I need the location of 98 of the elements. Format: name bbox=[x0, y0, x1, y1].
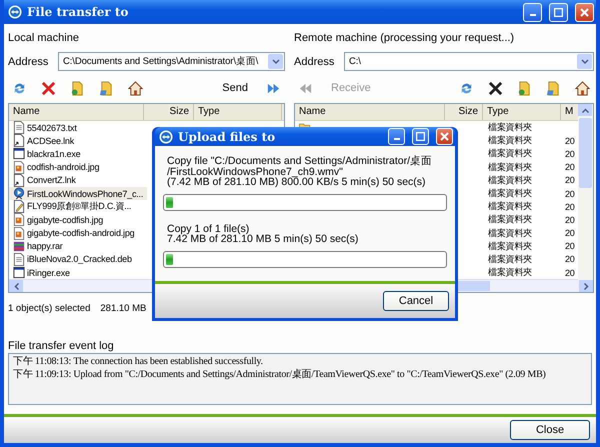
minimize-icon bbox=[530, 14, 536, 16]
shortcut-file-icon bbox=[13, 174, 25, 187]
log-entry: 下午 11:08:13: The connection has been established successfully. bbox=[13, 355, 263, 368]
type-cell-text: 檔案資料夾 bbox=[487, 174, 534, 187]
media-file-icon bbox=[13, 187, 25, 200]
file-item[interactable]: blackra1n.exe bbox=[9, 147, 84, 161]
minimize-button[interactable] bbox=[523, 2, 542, 22]
app-logo-icon bbox=[159, 130, 173, 144]
file-item[interactable]: gigabyte-codfish-android.jpg bbox=[9, 226, 138, 240]
dialog-title: Upload files to bbox=[178, 130, 276, 144]
log-label: File transfer event log bbox=[8, 340, 115, 352]
archive-file-icon bbox=[13, 240, 25, 253]
address-label: Address bbox=[294, 56, 336, 68]
column-header[interactable]: Type bbox=[194, 104, 282, 120]
table-cell-text: 20 bbox=[564, 214, 575, 225]
column-header[interactable]: Name bbox=[295, 104, 445, 120]
table-cell-text: 20 bbox=[564, 202, 575, 212]
file-progress-text: Copy file "C:/Documents and Settings/Administrator/桌面 /FirstLookWindowsPhone7_ch9.wmv" (7.42 MB of 281.10 MB) 800.00 KB/s 5 min(s) 50 sec(s) bbox=[166, 154, 433, 188]
address-dropdown[interactable]: C:\ bbox=[344, 52, 594, 71]
file-item[interactable]: iBlueNova2.0_Cracked.deb bbox=[9, 252, 136, 266]
file-item[interactable]: happy.rar bbox=[9, 240, 67, 253]
new-folder-icon[interactable] bbox=[517, 80, 532, 96]
window-title: File transfer to bbox=[27, 5, 130, 19]
table-cell-text: 20 bbox=[564, 136, 575, 146]
maximize-button[interactable] bbox=[412, 128, 429, 145]
table-cell-text: 20 bbox=[564, 188, 575, 199]
column-header[interactable]: Type bbox=[483, 104, 561, 120]
program-window-icon bbox=[13, 266, 25, 279]
table-cell-text: 20 bbox=[564, 241, 575, 252]
document-pencil-icon bbox=[13, 200, 25, 214]
file-item[interactable]: codfish-android.jpg bbox=[9, 160, 104, 174]
file-item[interactable]: FLY999原創®單掛D.C.資... bbox=[9, 200, 136, 214]
program-window-icon bbox=[13, 147, 25, 160]
delete-icon[interactable] bbox=[488, 80, 503, 96]
maximize-icon bbox=[416, 132, 425, 141]
image-file-icon bbox=[13, 213, 25, 226]
selection-size: 281.10 MB bbox=[100, 303, 146, 316]
type-cell-text: 檔案資料夾 bbox=[487, 266, 534, 279]
column-header[interactable]: Name bbox=[9, 104, 144, 120]
type-cell-text: 檔案資料夾 bbox=[487, 187, 534, 200]
file-item[interactable]: ConvertZ.lnk bbox=[9, 174, 80, 187]
home-icon[interactable] bbox=[575, 80, 590, 96]
cancel-button[interactable]: Cancel bbox=[383, 291, 449, 311]
scroll-left-button[interactable] bbox=[9, 280, 23, 292]
file-item[interactable]: 55402673.txt bbox=[9, 121, 81, 134]
minimize-icon bbox=[394, 138, 400, 140]
image-file-icon bbox=[13, 160, 25, 174]
type-cell-text: 檔案資料夾 bbox=[487, 240, 534, 253]
refresh-icon[interactable] bbox=[12, 80, 27, 96]
image-file-icon bbox=[13, 226, 25, 240]
maximize-icon bbox=[554, 8, 563, 16]
panel-label: Local machine bbox=[8, 31, 80, 46]
folder-up-icon[interactable] bbox=[546, 80, 561, 96]
address-label: Address bbox=[8, 56, 50, 68]
text-file-icon bbox=[13, 252, 25, 266]
table-cell-text: 20 bbox=[564, 228, 575, 238]
type-cell-text: 檔案資料夾 bbox=[487, 121, 534, 134]
close-icon bbox=[580, 8, 589, 16]
selection-status: 1 object(s) selected bbox=[8, 303, 90, 316]
refresh-icon[interactable] bbox=[459, 80, 474, 96]
type-cell-text: 檔案資料夾 bbox=[487, 226, 534, 240]
type-cell-text: 檔案資料夾 bbox=[487, 252, 534, 266]
table-cell-text: 20 bbox=[564, 254, 575, 264]
close-button[interactable] bbox=[436, 128, 453, 145]
type-cell-text: 檔案資料夾 bbox=[487, 134, 534, 148]
column-header[interactable]: Size bbox=[144, 104, 194, 120]
file-item[interactable]: gigabyte-codfish.jpg bbox=[9, 213, 108, 226]
panel-label: Remote machine (processing your request...) bbox=[294, 31, 516, 46]
close-icon bbox=[440, 132, 449, 141]
close-button[interactable] bbox=[575, 2, 594, 22]
total-progress-text: Copy 1 of 1 file(s) 7.42 MB of 281.10 MB 5 min(s) 50 sec(s) bbox=[166, 222, 360, 244]
file-item[interactable]: FirstLookWindowsPhone7_c... bbox=[9, 186, 148, 200]
type-cell-text: 檔案資料夾 bbox=[487, 213, 534, 226]
maximize-button[interactable] bbox=[549, 2, 568, 22]
close-dialog-button[interactable]: Close bbox=[510, 420, 590, 440]
minimize-button[interactable] bbox=[388, 128, 405, 145]
type-cell-text: 檔案資料夾 bbox=[487, 160, 534, 174]
home-icon[interactable] bbox=[128, 80, 143, 96]
type-cell-text: 檔案資料夾 bbox=[487, 200, 534, 214]
file-item[interactable]: iRinger.exe bbox=[9, 266, 74, 279]
shortcut-file-icon bbox=[13, 134, 25, 148]
send-button[interactable]: Send bbox=[222, 82, 248, 94]
log-entry: 下午 11:09:13: Upload from "C:/Documents and Settings/Administrator/桌面/TeamViewerQS.exe" to "C:/TeamViewerQS.exe" (2.09 MB) bbox=[13, 368, 546, 381]
folder-up-icon[interactable] bbox=[99, 80, 114, 96]
table-cell-text: 20 bbox=[564, 162, 575, 172]
text-file-icon bbox=[13, 121, 25, 134]
file-item[interactable]: ACDSee.lnk bbox=[9, 134, 78, 148]
new-folder-icon[interactable] bbox=[70, 80, 85, 96]
address-dropdown[interactable]: C:\Documents and Settings\Administrator\桌面\ bbox=[58, 52, 285, 71]
app-logo-icon bbox=[8, 5, 22, 19]
column-header[interactable]: Size bbox=[445, 104, 483, 120]
type-cell-text: 檔案資料夾 bbox=[487, 147, 534, 160]
scrollbar-thumb[interactable] bbox=[579, 118, 592, 188]
scroll-right-button[interactable] bbox=[579, 280, 593, 292]
table-cell-text: 20 bbox=[564, 268, 575, 278]
table-cell-text: 20 bbox=[564, 175, 575, 186]
table-cell-text: 20 bbox=[564, 148, 575, 159]
scroll-up-button[interactable] bbox=[578, 104, 592, 116]
